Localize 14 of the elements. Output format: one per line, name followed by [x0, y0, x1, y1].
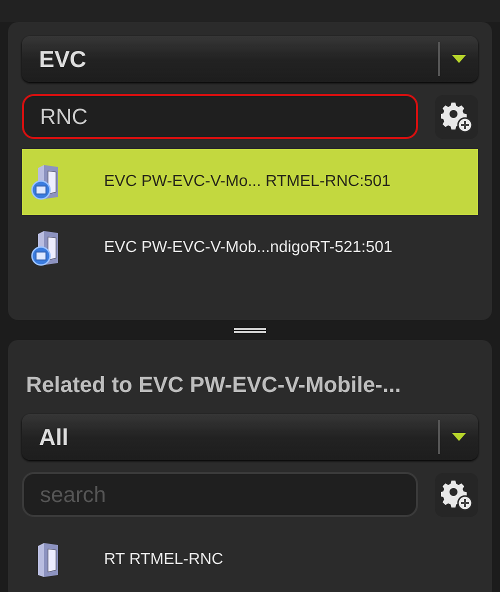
splitter-handle[interactable] — [234, 328, 266, 332]
panel-title: Related to EVC PW-EVC-V-Mobile-... — [26, 372, 402, 398]
dropdown-arrow-icon — [452, 55, 466, 63]
list-item[interactable]: EVC PW-EVC-V-Mob...ndigoRT-521:501 — [22, 215, 478, 281]
list-item[interactable]: RT RTMEL-RNC — [22, 527, 478, 592]
dropdown-arrow-icon — [452, 433, 466, 441]
search-field[interactable]: RNC — [22, 94, 418, 139]
dropdown[interactable]: EVC — [22, 36, 478, 82]
add-settings-button[interactable] — [435, 94, 478, 138]
add-settings-button[interactable] — [435, 472, 478, 516]
list-item[interactable]: EVC PW-EVC-V-Mo... RTMEL-RNC:501 — [22, 149, 478, 215]
gear-add-icon — [440, 478, 472, 510]
dropdown[interactable]: All — [22, 414, 478, 460]
gear-add-icon — [440, 100, 472, 132]
